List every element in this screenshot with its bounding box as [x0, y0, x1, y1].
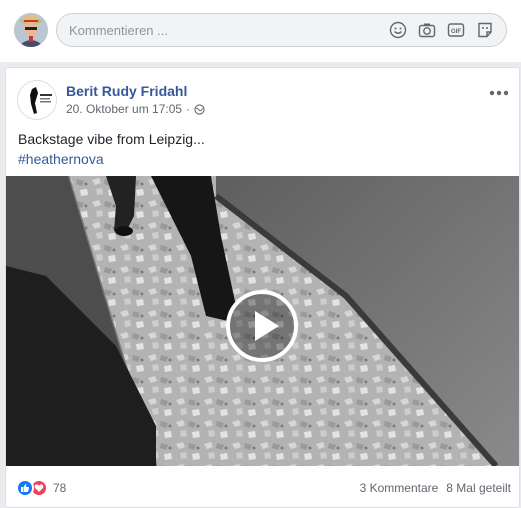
like-icon	[16, 479, 34, 497]
comment-composer: Kommentieren ... GIF	[0, 0, 521, 62]
comment-placeholder: Kommentieren ...	[69, 22, 168, 38]
play-icon	[255, 311, 279, 341]
post-timestamp[interactable]: 20. Oktober um 17:05	[66, 102, 182, 116]
comments-count-link[interactable]: 3 Kommentare	[360, 481, 439, 495]
page-avatar[interactable]	[17, 80, 57, 120]
reaction-count: 78	[53, 481, 67, 495]
gif-icon[interactable]: GIF	[447, 21, 465, 39]
hashtag-link[interactable]: #heathernova	[18, 149, 508, 169]
post-footer: 78 3 Kommentare 8 Mal geteilt	[6, 468, 519, 507]
play-button[interactable]	[226, 290, 298, 362]
video-player[interactable]	[6, 176, 519, 466]
svg-text:GIF: GIF	[451, 29, 461, 35]
reactions-summary[interactable]: 78	[16, 479, 66, 497]
avatar[interactable]	[14, 13, 48, 47]
post-message: Backstage vibe from Leipzig...	[18, 131, 205, 147]
globe-icon[interactable]	[194, 103, 205, 115]
camera-icon[interactable]	[418, 21, 436, 39]
shares-count-link[interactable]: 8 Mal geteilt	[446, 481, 511, 495]
post-author[interactable]: Berit Rudy Fridahl	[66, 83, 187, 99]
smiley-icon[interactable]	[389, 21, 407, 39]
post-text: Backstage vibe from Leipzig... #heathern…	[18, 129, 508, 169]
more-options-icon[interactable]	[489, 84, 509, 96]
post-meta: 20. Oktober um 17:05 ·	[66, 102, 205, 116]
comment-input[interactable]: Kommentieren ... GIF	[56, 13, 507, 47]
post-card: Berit Rudy Fridahl 20. Oktober um 17:05 …	[5, 67, 520, 508]
sticker-icon[interactable]	[476, 21, 494, 39]
